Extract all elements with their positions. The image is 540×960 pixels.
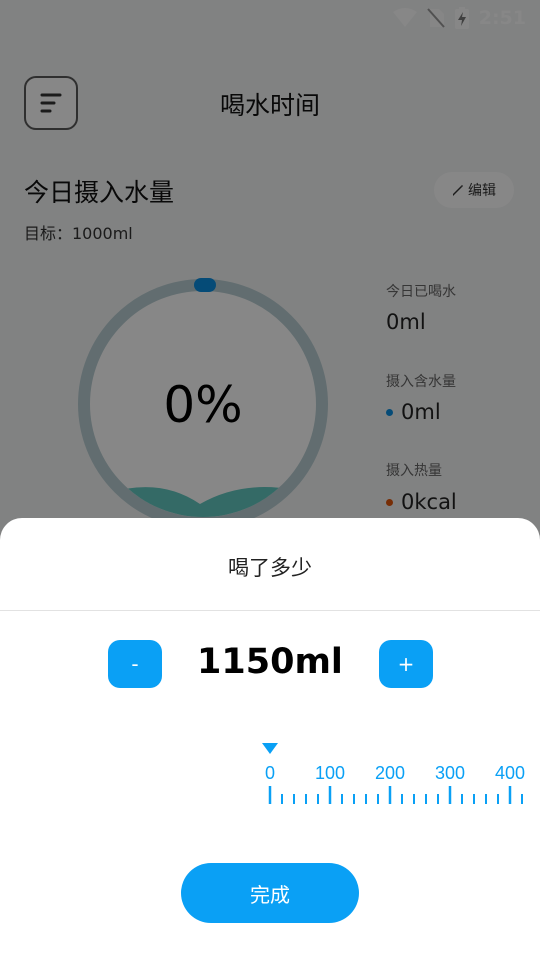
ruler-label: 200 bbox=[375, 763, 405, 783]
increase-button[interactable]: + bbox=[379, 640, 433, 688]
ruler-label: 300 bbox=[435, 763, 465, 783]
amount-bottom-sheet: 喝了多少 - 1150ml + 0 100 200 300 400 完成 bbox=[0, 518, 540, 960]
amount-ruler[interactable]: 0 100 200 300 400 bbox=[0, 740, 540, 812]
app-screen: 2:51 喝水时间 今日摄入水量 编辑 目标：1000ml 0% 今日已喝水 0… bbox=[0, 0, 540, 960]
divider bbox=[0, 610, 540, 611]
ruler-label: 400 bbox=[495, 763, 525, 783]
decrease-button[interactable]: - bbox=[108, 640, 162, 688]
ruler-label: 100 bbox=[315, 763, 345, 783]
sheet-title: 喝了多少 bbox=[228, 556, 312, 580]
amount-value: 1150ml bbox=[197, 642, 343, 682]
ruler-pointer-icon bbox=[262, 743, 278, 754]
done-button[interactable]: 完成 bbox=[181, 863, 359, 923]
ruler-label: 0 bbox=[265, 763, 275, 783]
